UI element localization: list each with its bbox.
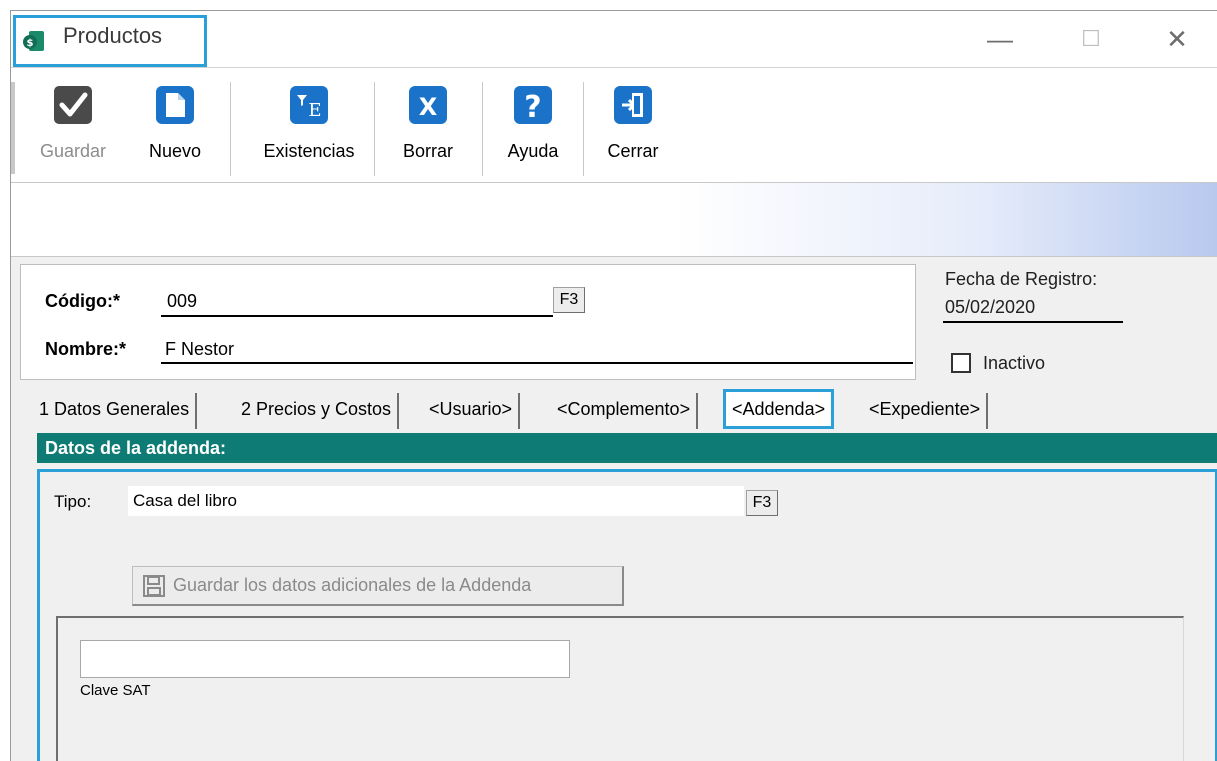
productos-window: $ Productos — ☐ ✕ Guardar Nuevo E Existe… bbox=[10, 10, 1217, 761]
clave-sat-input[interactable] bbox=[80, 640, 570, 678]
tipo-f3-button[interactable]: F3 bbox=[746, 490, 778, 516]
toolbar-separator bbox=[374, 82, 375, 176]
existencias-label: Existencias bbox=[263, 141, 355, 161]
maximize-button[interactable]: ☐ bbox=[1071, 19, 1111, 59]
clave-sat-label: Clave SAT bbox=[80, 682, 151, 699]
toolbar-separator bbox=[230, 82, 231, 176]
section-header: Datos de la addenda: bbox=[37, 433, 1217, 463]
tipo-input[interactable]: Casa del libro bbox=[128, 486, 744, 516]
toolbar-edge bbox=[11, 82, 15, 174]
window-title: Productos bbox=[63, 23, 163, 48]
floppy-disk-icon bbox=[143, 575, 165, 597]
inactivo-checkbox[interactable] bbox=[951, 353, 971, 373]
fecha-label: Fecha de Registro: bbox=[945, 269, 1098, 289]
inactivo-label: Inactivo bbox=[983, 353, 1046, 373]
gradient-band bbox=[11, 183, 1217, 257]
cerrar-label: Cerrar bbox=[607, 141, 659, 161]
tab-addenda[interactable]: <Addenda> bbox=[723, 389, 835, 429]
new-document-icon bbox=[156, 86, 194, 124]
tab-datos-generales[interactable]: 1 Datos Generales bbox=[33, 393, 198, 429]
svg-text:E: E bbox=[308, 100, 321, 121]
tab-precios-costos[interactable]: 2 Precios y Costos bbox=[235, 393, 400, 429]
tab-usuario[interactable]: <Usuario> bbox=[423, 393, 521, 429]
nombre-label: Nombre:* bbox=[45, 339, 127, 359]
delete-icon: X bbox=[409, 86, 447, 124]
toolbar-separator bbox=[482, 82, 483, 176]
codigo-input[interactable]: 009 bbox=[167, 291, 197, 312]
tab-bar: 1 Datos Generales 2 Precios y Costos <Us… bbox=[11, 389, 1217, 431]
borrar-button[interactable]: X Borrar bbox=[393, 84, 463, 162]
codigo-label: Código:* bbox=[45, 291, 120, 311]
inventory-icon: E bbox=[290, 86, 328, 124]
svg-text:X: X bbox=[419, 93, 438, 121]
fecha-value[interactable]: 05/02/2020 bbox=[945, 297, 1035, 318]
fecha-underline bbox=[943, 321, 1123, 323]
guardar-button[interactable]: Guardar bbox=[33, 84, 113, 162]
ayuda-label: Ayuda bbox=[507, 141, 559, 161]
nombre-underline bbox=[161, 362, 913, 364]
guardar-label: Guardar bbox=[39, 141, 107, 161]
cerrar-button[interactable]: Cerrar bbox=[599, 84, 667, 162]
toolbar-separator bbox=[583, 82, 584, 176]
header-panel: Código:* 009 F3 Nombre:* F Nestor Fecha … bbox=[11, 257, 1217, 389]
minimize-button[interactable]: — bbox=[980, 19, 1020, 59]
help-icon: ? bbox=[514, 86, 552, 125]
borrar-label: Borrar bbox=[402, 141, 453, 161]
codigo-underline bbox=[161, 315, 553, 317]
addenda-fields-frame: Clave SAT bbox=[56, 616, 1184, 761]
addenda-panel: Datos de la addenda: Tipo: Casa del libr… bbox=[37, 433, 1217, 761]
title-bar: $ Productos — ☐ ✕ bbox=[11, 11, 1217, 67]
close-button[interactable]: ✕ bbox=[1157, 19, 1197, 59]
svg-text:?: ? bbox=[524, 90, 541, 125]
existencias-button[interactable]: E Existencias bbox=[253, 84, 365, 162]
nuevo-button[interactable]: Nuevo bbox=[139, 84, 211, 162]
nombre-input[interactable]: F Nestor bbox=[165, 339, 234, 360]
exit-door-icon bbox=[614, 86, 652, 124]
toolbar: Guardar Nuevo E Existencias X Borrar ? A… bbox=[11, 67, 1217, 183]
tipo-label: Tipo: bbox=[54, 492, 92, 511]
ayuda-button[interactable]: ? Ayuda bbox=[497, 84, 569, 162]
nuevo-label: Nuevo bbox=[148, 141, 202, 161]
tab-expediente[interactable]: <Expediente> bbox=[863, 393, 989, 429]
save-addenda-button[interactable]: Guardar los datos adicionales de la Adde… bbox=[132, 566, 624, 606]
app-icon: $ bbox=[23, 31, 44, 51]
addenda-box: Tipo: Casa del libro F3 Guardar los dato… bbox=[37, 469, 1217, 761]
svg-text:$: $ bbox=[27, 38, 34, 49]
tab-complemento[interactable]: <Complemento> bbox=[551, 393, 699, 429]
checkmark-icon bbox=[54, 86, 92, 124]
codigo-f3-button[interactable]: F3 bbox=[553, 287, 585, 313]
save-addenda-label: Guardar los datos adicionales de la Adde… bbox=[173, 575, 532, 595]
code-name-box: Código:* 009 F3 Nombre:* F Nestor bbox=[20, 264, 916, 380]
